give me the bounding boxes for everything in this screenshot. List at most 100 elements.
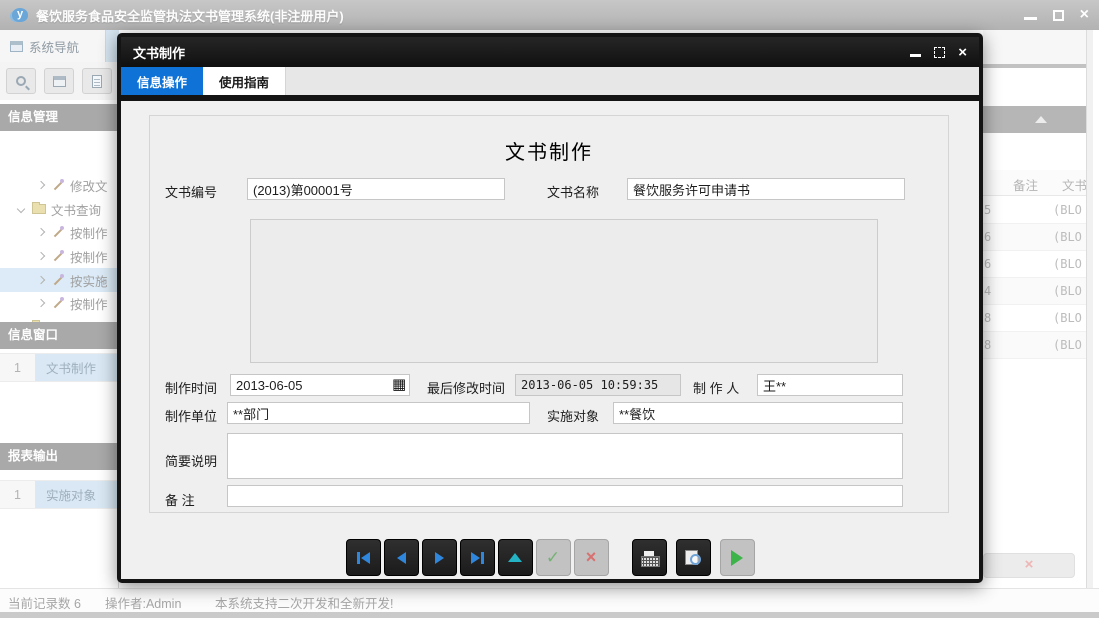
preview-icon bbox=[685, 550, 701, 565]
unit-input[interactable] bbox=[227, 402, 530, 424]
nav-next-button[interactable] bbox=[422, 539, 457, 576]
doc-number-label: 文书编号 bbox=[165, 182, 217, 201]
tree-item-doc-query[interactable]: 文书查询 bbox=[0, 197, 119, 221]
window-minimize-button[interactable] bbox=[1024, 17, 1037, 20]
window-bottom-border bbox=[0, 612, 1099, 618]
divider bbox=[983, 64, 1093, 68]
report-output-row[interactable]: 1 实施对象 bbox=[0, 480, 119, 509]
window-restore-button[interactable] bbox=[1053, 10, 1064, 21]
document-button[interactable] bbox=[82, 68, 112, 94]
info-window-row[interactable]: 1 文书制作 bbox=[0, 353, 119, 382]
modify-time-field bbox=[515, 374, 681, 396]
make-time-input[interactable] bbox=[230, 374, 410, 396]
printer-icon bbox=[641, 551, 658, 565]
calendar-icon[interactable]: ▦ bbox=[392, 375, 406, 395]
background-table-panel: 备注 文书 5 (BLO 6 (BLO 6 (BLO 4 (BLO 8 (BLO… bbox=[983, 30, 1093, 588]
form-heading: 文书制作 bbox=[150, 136, 948, 165]
last-record-icon bbox=[481, 552, 484, 564]
chevron-right-icon[interactable] bbox=[37, 252, 45, 260]
app-logo-icon: y bbox=[12, 8, 28, 22]
dialog-minimize-button[interactable] bbox=[910, 54, 921, 57]
summary-label: 简要说明 bbox=[165, 451, 217, 470]
remark-input[interactable] bbox=[227, 485, 903, 507]
record-count: 当前记录数 6 bbox=[8, 593, 81, 612]
table-row[interactable]: 6 (BLO bbox=[983, 224, 1093, 251]
table-row[interactable]: 8 (BLO bbox=[983, 332, 1093, 359]
nav-first-button[interactable] bbox=[346, 539, 381, 576]
remark-label: 备 注 bbox=[165, 490, 195, 509]
table-row[interactable]: 4 (BLO bbox=[983, 278, 1093, 305]
dialog-titlebar[interactable]: 文书制作 × bbox=[121, 37, 979, 67]
nav-prev-button[interactable] bbox=[384, 539, 419, 576]
chevron-right-icon[interactable] bbox=[37, 181, 45, 189]
window-list-button[interactable] bbox=[44, 68, 74, 94]
modify-time-label: 最后修改时间 bbox=[427, 378, 505, 397]
tab-system-navigation[interactable]: 系统导航 bbox=[0, 30, 106, 62]
check-icon: ✓ bbox=[546, 548, 560, 568]
first-record-icon bbox=[357, 552, 360, 564]
chevron-down-icon[interactable] bbox=[17, 205, 25, 213]
vertical-scrollbar[interactable] bbox=[1086, 30, 1093, 588]
sidebar-toolbar bbox=[0, 62, 119, 100]
section-info-management[interactable]: 信息管理 bbox=[0, 104, 119, 131]
wand-icon bbox=[52, 297, 65, 310]
dialog-tab-bar: 信息操作 使用指南 bbox=[121, 67, 979, 95]
x-icon: × bbox=[586, 547, 597, 568]
tree-item-by-target[interactable]: 按实施 bbox=[0, 268, 119, 292]
print-preview-button[interactable] bbox=[676, 539, 711, 576]
maker-input[interactable] bbox=[757, 374, 903, 396]
table-row[interactable]: 6 (BLO bbox=[983, 251, 1093, 278]
confirm-button: ✓ bbox=[536, 539, 571, 576]
chevron-right-icon[interactable] bbox=[37, 299, 45, 307]
first-record-icon bbox=[361, 552, 370, 564]
up-arrow-icon bbox=[508, 553, 522, 562]
sidebar-tab-row: 系统导航 bbox=[0, 30, 119, 62]
dialog-maximize-button[interactable] bbox=[934, 47, 945, 58]
background-cancel-button: × bbox=[983, 553, 1075, 578]
section-report-output[interactable]: 报表输出 bbox=[0, 443, 119, 470]
document-form: 文书制作 文书编号 文书名称 制作时间 ▦ 最后修改时间 制 作 人 制作单位 bbox=[149, 115, 949, 513]
dialog-title: 文书制作 bbox=[133, 43, 185, 62]
summary-textarea[interactable] bbox=[227, 433, 903, 479]
previous-record-icon bbox=[397, 552, 406, 564]
target-input[interactable] bbox=[613, 402, 903, 424]
window-titlebar: y 餐饮服务食品安全监管执法文书管理系统(非注册用户) × bbox=[0, 0, 1099, 30]
tab-user-guide[interactable]: 使用指南 bbox=[203, 67, 286, 95]
search-icon bbox=[16, 76, 26, 86]
window-title: 餐饮服务食品安全监管执法文书管理系统(非注册用户) bbox=[36, 6, 344, 25]
doc-name-input[interactable] bbox=[627, 178, 905, 200]
collapse-up-button[interactable] bbox=[498, 539, 533, 576]
table-row[interactable]: 5 (BLO bbox=[983, 197, 1093, 224]
background-tab-row bbox=[983, 30, 1093, 64]
tree-item-by-maker-2[interactable]: 按制作 bbox=[0, 244, 119, 268]
tree-item-modify-doc[interactable]: 修改文 bbox=[0, 173, 119, 197]
document-production-dialog: 文书制作 × 信息操作 使用指南 文书制作 文书编号 文书名称 bbox=[117, 33, 983, 583]
dialog-close-button[interactable]: × bbox=[958, 47, 967, 58]
collapse-arrow-icon bbox=[1035, 116, 1047, 123]
chevron-right-icon[interactable] bbox=[37, 276, 45, 284]
tree-item-by-maker-1[interactable]: 按制作 bbox=[0, 220, 119, 244]
operator-label: 操作者:Admin bbox=[105, 593, 181, 612]
wand-icon bbox=[52, 226, 65, 239]
chevron-right-icon[interactable] bbox=[37, 228, 45, 236]
run-button[interactable] bbox=[720, 539, 755, 576]
table-row[interactable]: 8 (BLO bbox=[983, 305, 1093, 332]
document-icon bbox=[92, 75, 102, 88]
wand-icon bbox=[52, 179, 65, 192]
collapse-bar[interactable] bbox=[983, 106, 1093, 133]
section-info-window[interactable]: 信息窗口 bbox=[0, 322, 119, 349]
window-close-button[interactable]: × bbox=[1080, 10, 1089, 20]
tree-item-by-maker-3[interactable]: 按制作 bbox=[0, 291, 119, 315]
application-window: y 餐饮服务食品安全监管执法文书管理系统(非注册用户) × 系统导航 信息管理 bbox=[0, 0, 1099, 618]
search-document-button[interactable] bbox=[6, 68, 36, 94]
document-content-box[interactable] bbox=[250, 219, 878, 363]
table-header: 备注 文书 bbox=[983, 170, 1093, 196]
tab-info-operation[interactable]: 信息操作 bbox=[121, 67, 203, 95]
wand-icon bbox=[52, 274, 65, 287]
window-icon bbox=[10, 41, 23, 52]
grid-icon bbox=[53, 76, 66, 87]
nav-last-button[interactable] bbox=[460, 539, 495, 576]
target-label: 实施对象 bbox=[547, 406, 599, 425]
doc-number-input[interactable] bbox=[247, 178, 505, 200]
print-button[interactable] bbox=[632, 539, 667, 576]
